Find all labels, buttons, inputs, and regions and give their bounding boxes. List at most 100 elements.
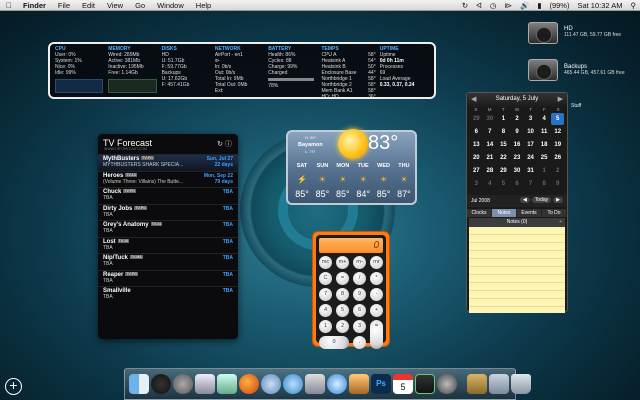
calendar-day[interactable]: 20	[470, 152, 483, 164]
menu-view[interactable]: View	[101, 0, 129, 11]
calculator-key[interactable]: 7	[319, 288, 332, 301]
calendar-day[interactable]: 11	[538, 126, 551, 138]
tv-show-row[interactable]: Chuck TV-PG TBA TBA	[98, 187, 238, 204]
calendar-day[interactable]: 5	[497, 178, 510, 190]
spotlight-icon[interactable]: ⚲	[627, 1, 640, 10]
calculator-key[interactable]: =	[336, 272, 349, 285]
tv-show-row[interactable]: Smallville TBA TBA	[98, 286, 238, 303]
utility-icon[interactable]	[437, 374, 457, 394]
calendar-day[interactable]: 2	[551, 165, 564, 177]
menu-help[interactable]: Help	[190, 0, 217, 11]
calendar-day[interactable]: 17	[524, 139, 537, 151]
calculator-key[interactable]: -	[370, 288, 383, 301]
calendar-day[interactable]: 14	[484, 139, 497, 151]
hd-drive-icon[interactable]	[528, 22, 558, 44]
calendar-day[interactable]: 16	[511, 139, 524, 151]
calendar-day[interactable]: 1	[538, 165, 551, 177]
next-month-button[interactable]: ▶	[553, 197, 563, 203]
calendar-day[interactable]: 4	[484, 178, 497, 190]
calendar-day[interactable]: 30	[484, 113, 497, 125]
calculator-key[interactable]: =	[370, 320, 383, 349]
tv-show-row[interactable]: Heroes TV-14 (Volume Three: Villains) The …	[98, 170, 238, 188]
calculator-key[interactable]: C	[319, 272, 332, 285]
tab-clocks[interactable]: Clocks	[467, 209, 492, 217]
calendar-day[interactable]: 18	[538, 139, 551, 151]
calendar-today[interactable]: 5	[551, 113, 564, 125]
menu-app-finder[interactable]: Finder	[17, 0, 52, 11]
today-button[interactable]: Today	[531, 197, 552, 203]
calendar-day[interactable]: 29	[497, 165, 510, 177]
weather-widget[interactable]: H: 86° Bayamon L: 79° 83° SAT SUN MON TU…	[286, 129, 417, 205]
tv-show-row[interactable]: Nip/Tuck TV-MA TBA TBA	[98, 253, 238, 270]
calculator-key[interactable]: mc	[319, 256, 332, 269]
calculator-key[interactable]: 6	[353, 304, 366, 317]
volume-icon[interactable]: 🔊	[516, 1, 533, 10]
battery-icon[interactable]: ▮	[533, 1, 545, 10]
calculator-key[interactable]: m+	[336, 256, 349, 269]
tv-forecast-widget[interactable]: TV Forecast WWW.TVFORECAST.COM ↻ ⓘ MythB…	[98, 134, 238, 339]
calculator-widget[interactable]: 0 mc m+ m-mr C = / * 7 8 9- 4 5 6 +1 2 3 = 0.	[312, 231, 390, 349]
ichat-icon[interactable]	[283, 374, 303, 394]
next-arrow-icon[interactable]: ▶	[558, 95, 563, 103]
calendar-widget[interactable]: Stuff ◀ Saturday, 5 July ▶ SMTWTFS 29 30 1…	[466, 92, 581, 313]
system-stats-widget[interactable]: CPU User: 0% System: 1% Nice: 0% Idle: 9…	[48, 42, 436, 100]
calendar-day[interactable]: 21	[484, 152, 497, 164]
apple-menu-icon[interactable]: 	[0, 0, 17, 11]
calculator-key[interactable]: 1	[319, 320, 332, 333]
iphoto-icon[interactable]	[217, 374, 237, 394]
safari-icon[interactable]	[261, 374, 281, 394]
calculator-key[interactable]: /	[353, 272, 366, 285]
tab-todo[interactable]: To Do	[542, 209, 567, 217]
backups-drive-label[interactable]: Backups 465.44 GB, 457.61 GB free	[564, 64, 625, 76]
tab-events[interactable]: Events	[517, 209, 542, 217]
calendar-day[interactable]: 25	[538, 152, 551, 164]
calendar-day[interactable]: 29	[470, 113, 483, 125]
menu-go[interactable]: Go	[129, 0, 151, 11]
battery-percent[interactable]: (99%)	[545, 1, 573, 10]
calculator-key[interactable]: 3	[353, 320, 366, 333]
calculator-key[interactable]: 0	[319, 336, 349, 349]
calculator-key[interactable]: 4	[319, 304, 332, 317]
menu-edit[interactable]: Edit	[76, 0, 101, 11]
calendar-day[interactable]: 12	[551, 126, 564, 138]
time-machine-icon[interactable]: ◷	[486, 1, 501, 10]
photoshop-icon[interactable]: Ps	[371, 374, 391, 394]
calculator-key[interactable]: 9	[353, 288, 366, 301]
tab-notes[interactable]: Notes	[492, 209, 517, 217]
calendar-day[interactable]: 27	[470, 165, 483, 177]
calendar-day[interactable]: 19	[551, 139, 564, 151]
menu-file[interactable]: File	[52, 0, 76, 11]
calendar-day[interactable]: 7	[484, 126, 497, 138]
calendar-day[interactable]: 8	[497, 126, 510, 138]
calendar-day[interactable]: 28	[484, 165, 497, 177]
calendar-day[interactable]: 13	[470, 139, 483, 151]
calendar-day[interactable]: 30	[511, 165, 524, 177]
prev-month-button[interactable]: ◀	[519, 197, 530, 203]
calculator-key[interactable]: *	[370, 272, 383, 285]
system-preferences-icon[interactable]	[173, 374, 193, 394]
trash-icon[interactable]	[511, 374, 531, 394]
firefox-icon[interactable]	[239, 374, 259, 394]
prev-arrow-icon[interactable]: ◀	[471, 95, 476, 103]
preview-icon[interactable]	[195, 374, 215, 394]
info-icon[interactable]: ⓘ	[225, 141, 232, 148]
calculator-key[interactable]: 5	[336, 304, 349, 317]
calculator-key[interactable]: 8	[336, 288, 349, 301]
itunes-icon[interactable]	[327, 374, 347, 394]
tv-show-row[interactable]: MythBusters TV-PG MYTHBUSTERS SHARK SPECIA…	[98, 154, 238, 171]
calculator-key[interactable]: +	[370, 304, 383, 317]
calculator-key[interactable]: .	[353, 336, 366, 349]
calendar-day[interactable]: 3	[524, 113, 537, 125]
calendar-day[interactable]: 10	[524, 126, 537, 138]
calendar-day[interactable]: 3	[470, 178, 483, 190]
ical-icon[interactable]: 5	[393, 374, 413, 394]
applications-folder-icon[interactable]	[467, 374, 487, 394]
tv-show-row[interactable]: Grey's Anatomy TV-14 TBA TBA	[98, 220, 238, 237]
calendar-day[interactable]: 9	[551, 178, 564, 190]
refresh-icon[interactable]: ↻	[217, 141, 223, 148]
sync-icon[interactable]: ↻	[458, 1, 472, 10]
calendar-day[interactable]: 8	[538, 178, 551, 190]
calendar-day[interactable]: 7	[524, 178, 537, 190]
backups-drive-icon[interactable]	[528, 59, 558, 81]
finder-icon[interactable]	[129, 374, 149, 394]
